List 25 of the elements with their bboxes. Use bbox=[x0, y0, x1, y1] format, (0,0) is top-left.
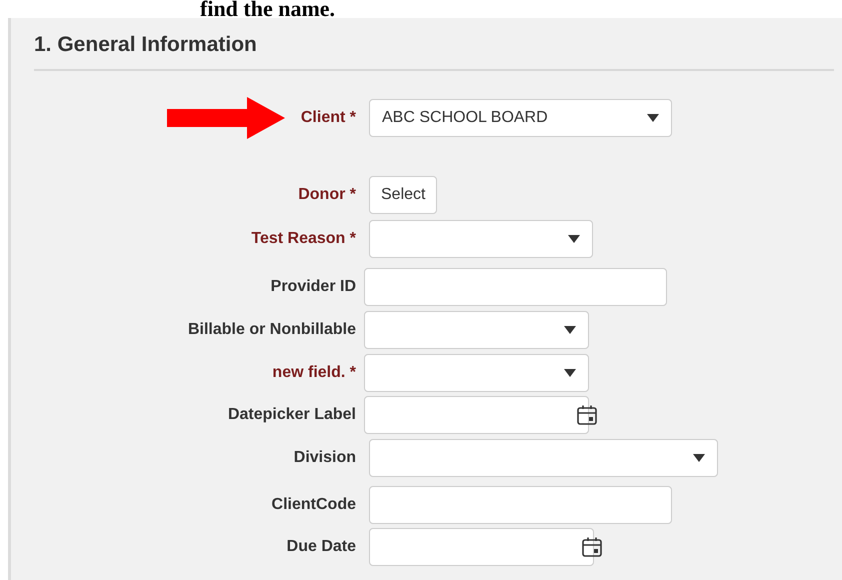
field-label: new field. * bbox=[272, 363, 356, 384]
dropdown-caret-icon bbox=[564, 369, 576, 378]
dropdown-field[interactable] bbox=[364, 311, 589, 350]
dropdown-field[interactable] bbox=[364, 354, 589, 392]
dropdown-field[interactable]: ABC SCHOOL BOARD bbox=[369, 99, 672, 138]
field-label: Test Reason * bbox=[251, 229, 356, 250]
dropdown-caret-icon bbox=[564, 326, 576, 334]
field-label: Provider ID bbox=[270, 277, 356, 298]
dropdown-caret-icon bbox=[568, 235, 580, 244]
field-label: Division bbox=[294, 448, 356, 468]
text-field[interactable] bbox=[364, 268, 667, 306]
field-label: Datepicker Label bbox=[228, 405, 356, 426]
field-label: Due Date bbox=[286, 537, 356, 558]
field-label: ClientCode bbox=[272, 495, 356, 516]
text-field[interactable] bbox=[369, 486, 672, 524]
field-label: Billable or Nonbillable bbox=[188, 320, 356, 340]
field-label: Donor * bbox=[298, 185, 356, 206]
select-button[interactable]: Select bbox=[369, 176, 438, 214]
dropdown-caret-icon bbox=[647, 114, 659, 122]
dropdown-field[interactable] bbox=[369, 220, 593, 258]
field-label: Client * bbox=[300, 108, 356, 128]
section-title: 1. General Information bbox=[34, 32, 258, 58]
caption-text: find the name. bbox=[200, 3, 336, 15]
dropdown-field[interactable] bbox=[369, 439, 718, 478]
dropdown-caret-icon bbox=[693, 454, 705, 462]
